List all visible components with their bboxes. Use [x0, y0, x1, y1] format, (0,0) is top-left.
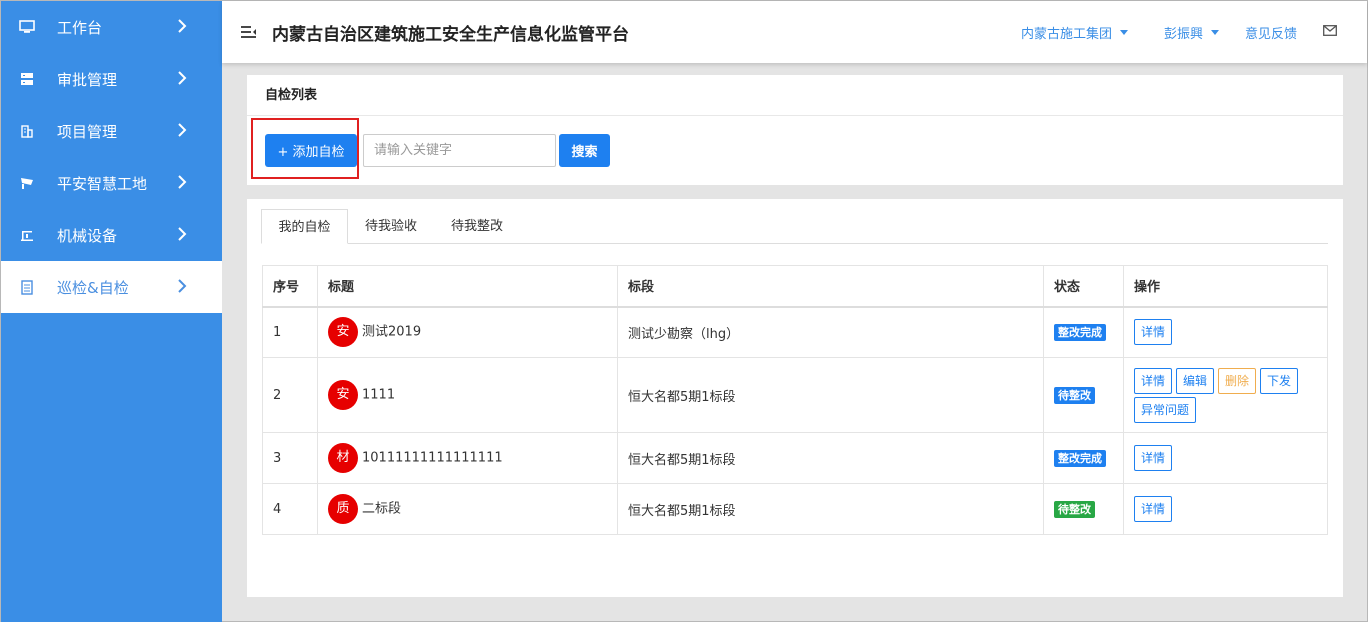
- tab-pending-rectification[interactable]: 待我整改: [435, 209, 519, 244]
- server-icon: [17, 72, 37, 86]
- mail-icon[interactable]: [1323, 24, 1337, 40]
- category-badge: 安: [328, 317, 358, 348]
- col-header-title: 标题: [317, 265, 618, 308]
- col-header-status: 状态: [1043, 265, 1124, 308]
- detail-button[interactable]: 详情: [1134, 319, 1173, 346]
- row-title[interactable]: 1111: [362, 388, 395, 403]
- table-row: 3 材 10111111111111111 恒大名都5期1标段 整改完成 详情: [262, 432, 1328, 484]
- search-button[interactable]: 搜索: [559, 134, 610, 167]
- sidebar-item-smart-site[interactable]: 平安智慧工地: [1, 157, 222, 209]
- col-header-no: 序号: [262, 265, 318, 308]
- sidebar-item-workbench[interactable]: 工作台: [1, 1, 222, 53]
- cell-actions: 详情: [1123, 306, 1328, 358]
- category-badge: 材: [328, 443, 358, 473]
- status-badge: 整改完成: [1054, 323, 1106, 341]
- status-badge: 待整改: [1054, 386, 1095, 404]
- cell-section: 恒大名都5期1标段: [617, 357, 1044, 433]
- sidebar-item-label: 审批管理: [57, 70, 118, 89]
- org-dropdown[interactable]: 内蒙古施工集团: [1021, 23, 1128, 42]
- sidebar-item-label: 机械设备: [57, 226, 118, 245]
- sidebar-item-label: 工作台: [57, 18, 103, 37]
- cell-actions: 详情: [1123, 432, 1328, 484]
- building-icon: [17, 124, 37, 138]
- tab-pending-acceptance[interactable]: 待我验收: [349, 209, 433, 244]
- chevron-right-icon: [177, 18, 187, 38]
- cell-section: 恒大名都5期1标段: [617, 432, 1044, 484]
- table-row: 2 安 1111 恒大名都5期1标段 待整改 详情 编辑 删除 下发 异常问题: [262, 357, 1328, 433]
- edit-button[interactable]: 编辑: [1176, 367, 1215, 394]
- caret-down-icon: [1119, 29, 1128, 35]
- cell-no: 2: [262, 357, 318, 433]
- cell-title: 安测试2019: [317, 306, 618, 358]
- row-title[interactable]: 10111111111111111: [362, 451, 503, 466]
- chevron-right-icon: [177, 278, 187, 298]
- cell-title: 材 10111111111111111: [317, 432, 618, 484]
- cell-title: 质二标段: [317, 483, 618, 535]
- row-title[interactable]: 测试2019: [362, 325, 421, 340]
- category-badge: 质: [328, 494, 358, 524]
- cell-status: 整改完成: [1043, 306, 1124, 358]
- crane-icon: [17, 228, 37, 242]
- table-row: 1 安测试2019 测试少勘察（lhg） 整改完成 详情: [262, 306, 1328, 358]
- caret-down-icon: [1210, 29, 1219, 35]
- feedback-link[interactable]: 意见反馈: [1245, 23, 1297, 42]
- tab-bar: 我的自检 待我验收 待我整改: [261, 209, 1328, 244]
- status-badge: 待整改: [1054, 500, 1095, 518]
- table-header-row: 序号 标题 标段 状态 操作: [262, 265, 1328, 308]
- chevron-right-icon: [177, 122, 187, 142]
- row-title[interactable]: 二标段: [362, 502, 401, 517]
- sidebar-item-approval[interactable]: 审批管理: [1, 53, 222, 105]
- user-dropdown[interactable]: 彭振興: [1164, 23, 1219, 42]
- sidebar-item-label: 项目管理: [57, 122, 118, 141]
- search-input[interactable]: [363, 134, 556, 167]
- sidebar-item-machinery[interactable]: 机械设备: [1, 209, 222, 261]
- sidebar-item-projects[interactable]: 项目管理: [1, 105, 222, 157]
- cell-actions: 详情: [1123, 483, 1328, 535]
- camera-icon: [17, 176, 37, 190]
- cell-no: 3: [262, 432, 318, 484]
- cell-no: 1: [262, 306, 318, 358]
- section-title: 自检列表: [247, 75, 1343, 116]
- table-row: 4 质二标段 恒大名都5期1标段 待整改 详情: [262, 483, 1328, 535]
- col-header-section: 标段: [617, 265, 1044, 308]
- cell-status: 待整改: [1043, 483, 1124, 535]
- cell-status: 整改完成: [1043, 432, 1124, 484]
- cell-status: 待整改: [1043, 357, 1124, 433]
- self-check-table: 序号 标题 标段 状态 操作 1 安测试2019 测试少勘察（lhg） 整改完成…: [262, 265, 1328, 535]
- cell-section: 恒大名都5期1标段: [617, 483, 1044, 535]
- exception-button[interactable]: 异常问题: [1134, 396, 1197, 423]
- cell-section: 测试少勘察（lhg）: [617, 306, 1044, 358]
- sidebar-item-inspection[interactable]: 巡检&自检: [1, 261, 222, 313]
- self-check-toolbar-panel: 自检列表 + 添加自检 搜索: [247, 75, 1343, 185]
- sidebar-item-label: 巡检&自检: [57, 278, 129, 297]
- detail-button[interactable]: 详情: [1134, 445, 1173, 471]
- tab-my-checks[interactable]: 我的自检: [261, 209, 348, 244]
- menu-toggle-icon[interactable]: [240, 24, 258, 40]
- detail-button[interactable]: 详情: [1134, 496, 1173, 522]
- add-self-check-button[interactable]: + 添加自检: [265, 134, 357, 167]
- sidebar-item-label: 平安智慧工地: [57, 174, 148, 193]
- status-badge: 整改完成: [1054, 449, 1106, 467]
- page-title: 内蒙古自治区建筑施工安全生产信息化监管平台: [272, 24, 629, 45]
- top-header: 内蒙古自治区建筑施工安全生产信息化监管平台 内蒙古施工集团 彭振興 意见反馈: [222, 1, 1367, 63]
- category-badge: 安: [328, 380, 358, 410]
- cell-no: 4: [262, 483, 318, 535]
- org-label: 内蒙古施工集团: [1020, 26, 1112, 42]
- user-name: 彭振興: [1163, 26, 1203, 42]
- issue-button[interactable]: 下发: [1260, 367, 1299, 394]
- self-check-list-panel: 我的自检 待我验收 待我整改 序号 标题 标段 状态 操作 1 安测试2019 …: [247, 199, 1343, 597]
- sidebar: 工作台 审批管理 项目管理 平安智慧工地 机械设备 巡检&自检: [1, 1, 222, 622]
- delete-button[interactable]: 删除: [1218, 367, 1257, 394]
- detail-button[interactable]: 详情: [1134, 367, 1173, 394]
- clipboard-icon: [17, 279, 37, 295]
- col-header-actions: 操作: [1123, 265, 1328, 308]
- monitor-icon: [17, 20, 37, 34]
- chevron-right-icon: [177, 70, 187, 90]
- chevron-right-icon: [177, 226, 187, 246]
- cell-actions: 详情 编辑 删除 下发 异常问题: [1123, 357, 1328, 433]
- cell-title: 安 1111: [317, 357, 618, 433]
- chevron-right-icon: [177, 174, 187, 194]
